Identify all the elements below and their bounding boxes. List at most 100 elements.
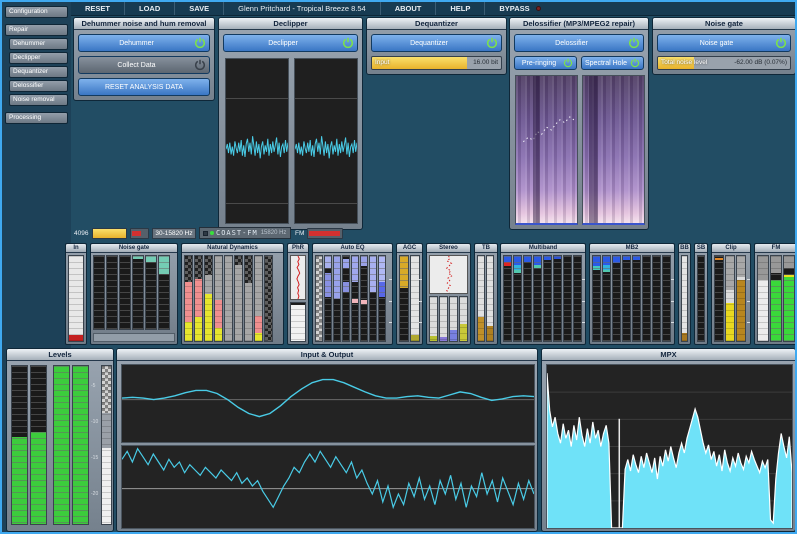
meter-seg-lines <box>564 256 571 341</box>
meter-seg-lines <box>94 256 104 329</box>
meter-bar <box>725 255 735 342</box>
meter-panel-mb[interactable]: Multiband <box>500 243 586 345</box>
meter-panel-ng[interactable]: Noise gate <box>90 243 178 345</box>
meter-segment <box>784 277 794 341</box>
sidebar-item-noise-removal[interactable]: Noise removal <box>9 94 68 106</box>
meter-panel-phr[interactable]: PhR <box>287 243 309 345</box>
sidebar-item-dequantizer[interactable]: Dequantizer <box>9 66 68 78</box>
meter-bar <box>290 302 306 342</box>
meter-segment <box>400 256 408 288</box>
meter-panel-agc[interactable]: AGC <box>396 243 423 345</box>
meter-seg-lines <box>524 256 531 341</box>
sidebar-item-repair[interactable]: Repair <box>5 24 68 36</box>
pre-ringing-toggle-button[interactable]: Pre-ringing <box>514 56 577 70</box>
dequantizer-toggle-button[interactable]: Dequantizer <box>371 34 502 52</box>
dequantizer-input-slider[interactable]: Input 16.00 bit <box>371 56 502 70</box>
menubar: RESET LOAD SAVE Glenn Pritchard - Tropic… <box>71 2 795 16</box>
menu-load[interactable]: LOAD <box>125 2 175 15</box>
meter-segment <box>69 335 83 341</box>
declipper-toggle-button[interactable]: Declipper <box>223 34 358 52</box>
meter-segment <box>514 270 521 273</box>
meter-panel-title: MB2 <box>590 244 674 253</box>
panel-dehummer-title: Dehummer noise and hum removal <box>74 18 214 30</box>
meter-panel-title: SB <box>695 244 707 253</box>
meter-segment <box>504 262 511 266</box>
meter-bar <box>93 255 105 330</box>
declipper-button-label: Declipper <box>224 40 342 47</box>
meter-segment <box>343 282 349 292</box>
sidebar-item-dehummer[interactable]: Dehummer <box>9 38 68 50</box>
panel-noise-gate-title: Noise gate <box>653 18 795 30</box>
collect-data-button[interactable]: Collect Data <box>78 56 210 74</box>
meter-seg-lines <box>504 256 511 341</box>
meter-panel-title: Auto EQ <box>313 244 392 253</box>
meter-panel-title: TB <box>475 244 497 253</box>
meter-segment <box>534 256 541 265</box>
phase-scope <box>290 255 306 300</box>
delossifier-button-label: Delossifier <box>515 40 628 47</box>
menu-bypass[interactable]: BYPASS <box>485 2 554 15</box>
sidebar-item-declipper[interactable]: Declipper <box>9 52 68 64</box>
menu-help[interactable]: HELP <box>436 2 485 15</box>
meter-segment <box>185 256 192 282</box>
meter-panel-title: In <box>66 244 86 253</box>
meter-panel-title: PhR <box>288 244 308 253</box>
meter-seg-lines <box>225 256 232 341</box>
tick-mark <box>747 301 750 302</box>
meter-panel-body <box>68 255 84 342</box>
meter-seg-lines <box>574 256 581 341</box>
meter-panel-fm[interactable]: FM <box>754 243 797 345</box>
meter-panel-aeq[interactable]: Auto EQ <box>312 243 393 345</box>
meter-bar <box>757 255 769 342</box>
meter-bar <box>429 296 438 342</box>
dehummer-toggle-button[interactable]: Dehummer <box>78 34 210 52</box>
spectral-hole-label: Spectral Hole <box>582 60 630 67</box>
meter-bar <box>184 255 193 342</box>
delossifier-toggle-button[interactable]: Delossifier <box>514 34 644 52</box>
meter-bar <box>53 365 70 525</box>
tick-mark <box>582 301 585 302</box>
meter-segment <box>73 366 88 524</box>
meter-segment <box>524 256 531 262</box>
meter-panel-tb[interactable]: TB <box>474 243 498 345</box>
meter-panel-body <box>681 255 688 342</box>
noise-level-slider[interactable]: Total noise level -62.00 dB (0.07%) <box>657 56 791 70</box>
meter-bar <box>714 255 724 342</box>
meter-bar <box>119 255 131 330</box>
noise-gate-toggle-button[interactable]: Noise gate <box>657 34 791 52</box>
meter-panel-body <box>697 255 705 342</box>
tick-mark <box>389 301 392 302</box>
meter-panel-bb[interactable]: BB <box>678 243 691 345</box>
panel-delossifier: Delossifier (MP3/MPEG2 repair) Delossifi… <box>509 17 649 230</box>
meter-bar <box>72 365 89 525</box>
dequantizer-button-label: Dequantizer <box>372 40 486 47</box>
menu-about[interactable]: ABOUT <box>381 2 437 15</box>
sidebar-item-delossifier[interactable]: Delossifier <box>9 80 68 92</box>
meter-bar <box>234 255 243 342</box>
meter-bar <box>254 255 263 342</box>
meter-bar <box>315 255 323 342</box>
meter-panel-clip[interactable]: Clip <box>711 243 751 345</box>
declipper-wave-left <box>225 58 289 224</box>
sidebar-item-configuration[interactable]: Configuration <box>5 6 68 18</box>
spectral-hole-toggle-button[interactable]: Spectral Hole <box>581 56 644 70</box>
meter-bar <box>264 255 273 342</box>
reset-analysis-button[interactable]: RESET ANALYSIS DATA <box>78 78 210 96</box>
meter-bar <box>652 255 661 342</box>
meter-seg-lines <box>133 256 143 329</box>
meter-seg-lines <box>146 256 156 329</box>
power-icon <box>194 59 206 71</box>
meter-panel-sb[interactable]: SB <box>694 243 708 345</box>
meter-panel-mb2[interactable]: MB2 <box>589 243 675 345</box>
meter-panel-title: Multiband <box>501 244 585 253</box>
meter-segment <box>195 256 202 279</box>
sidebar-item-processing[interactable]: Processing <box>5 112 68 124</box>
meter-panel-st[interactable]: Stereo <box>426 243 471 345</box>
tick-mark <box>389 322 392 323</box>
meter-panel-in[interactable]: In <box>65 243 87 345</box>
menu-reset[interactable]: RESET <box>71 2 125 15</box>
meter-panel-nd[interactable]: Natural Dynamics <box>181 243 284 345</box>
menu-save[interactable]: SAVE <box>175 2 224 15</box>
buffer-bar <box>92 228 127 239</box>
power-icon <box>563 58 573 68</box>
